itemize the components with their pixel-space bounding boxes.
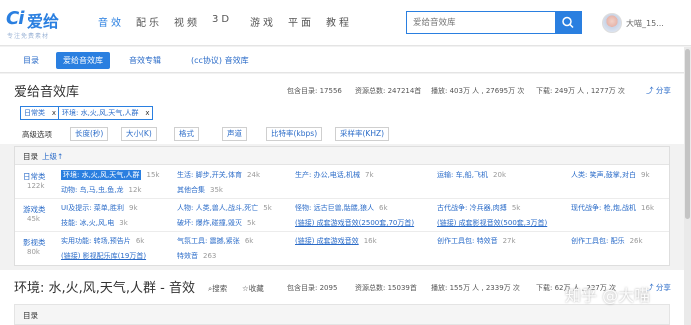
- advanced-options: 高级选项 长度(秒) 大小(K) 格式 声道 比特率(kbps) 采样率(KHZ…: [0, 124, 691, 144]
- brand-name: 爱给: [27, 12, 60, 31]
- subcategory-link[interactable]: 生产: 办公,电话,机械 7k: [295, 170, 374, 180]
- directory-title: 目录: [23, 152, 38, 161]
- subcategory-link[interactable]: 破坏: 爆炸,碰撞,毁灭 5k: [177, 218, 256, 228]
- user-avatar[interactable]: [602, 13, 622, 33]
- subcategory-link[interactable]: 创作工具包: 配乐 26k: [571, 236, 643, 246]
- library-share-label: 分享: [655, 86, 671, 95]
- section-directory-header: 目录: [14, 304, 670, 325]
- directory-panel: 目录 上级↑ 日常类 122k 环境: 水,火,风,天气,人群 15k 生活: 脚…: [14, 146, 670, 266]
- option-bitrate[interactable]: 比特率(kbps): [266, 127, 323, 141]
- option-format[interactable]: 格式: [174, 127, 199, 141]
- option-size[interactable]: 大小(K): [121, 127, 157, 141]
- search-box: [406, 11, 582, 34]
- category-daily: 日常类 122k 环境: 水,火,风,天气,人群 15k 生活: 脚步,开关,体育…: [15, 166, 669, 199]
- section-favorite-button[interactable]: ☆收藏: [242, 283, 264, 294]
- subcategory-link[interactable]: 其他合集 35k: [177, 185, 223, 195]
- subcategory-link[interactable]: 古代战争: 冷兵器,肉搏 5k: [437, 203, 520, 213]
- option-sample-rate[interactable]: 采样率(KHZ): [335, 127, 390, 141]
- subcategory-link[interactable]: (链接) 成套游戏音效(2500套,70万首): [295, 218, 414, 228]
- category-count: 80k: [27, 248, 40, 256]
- share-icon: ⤴: [646, 86, 654, 95]
- nav-item-graphics[interactable]: 平面: [288, 14, 326, 29]
- directory-header: 目录 上级↑: [15, 147, 669, 165]
- section-directory-title: 目录: [23, 311, 38, 320]
- search-icon: [562, 16, 574, 29]
- filter-chip-daily[interactable]: 日常类 x: [20, 106, 60, 120]
- advanced-options-label: 高级选项: [22, 130, 52, 139]
- subcategory-link[interactable]: 气氛工具: 震撼,紧张 6k: [177, 236, 253, 246]
- subcategory-link[interactable]: 运输: 车,船,飞机 20k: [437, 170, 506, 180]
- section-search-button[interactable]: ⌕搜索: [208, 283, 227, 294]
- page-scrollbar[interactable]: [684, 47, 691, 325]
- brand-logo[interactable]: Ci 爱给 专注免费素材: [6, 5, 86, 41]
- tab-cc-library[interactable]: (cc协议) 音效库: [184, 52, 256, 69]
- top-nav-bar: Ci 爱给 专注免费素材 音效 配乐 视频 3D 游戏 平面 教程 大喵_15.…: [0, 0, 691, 46]
- option-length[interactable]: 长度(秒): [70, 127, 109, 141]
- nav-item-video[interactable]: 视频: [174, 14, 212, 29]
- filter-chip-label: 环境: 水,火,风,天气,人群: [62, 109, 139, 117]
- search-button[interactable]: [555, 12, 581, 33]
- subcategory-link[interactable]: 动物: 鸟,马,虫,鱼,龙 12k: [61, 185, 141, 195]
- subcategory-link[interactable]: 实用功能: 转场,预告片 6k: [61, 236, 144, 246]
- category-film: 影视类 80k 实用功能: 转场,预告片 6k 气氛工具: 震撼,紧张 6k (链接…: [15, 232, 669, 265]
- filter-remove-icon[interactable]: x: [145, 107, 149, 119]
- library-downloads: 下载: 249万 人 , 1277万 次: [536, 87, 625, 95]
- section-resource-count: 资源总数: 15039首: [355, 284, 417, 292]
- subcategory-link[interactable]: 环境: 水,火,风,天气,人群 15k: [61, 170, 159, 180]
- category-count: 122k: [27, 182, 45, 190]
- nav-item-3d[interactable]: 3D: [212, 14, 250, 29]
- subcategory-link[interactable]: 特效音 263: [177, 251, 216, 261]
- active-filters: 日常类 x 环境: 水,火,风,天气,人群 x: [0, 100, 691, 124]
- library-resource-count: 资源总数: 247214首: [355, 87, 422, 95]
- option-channels[interactable]: 声道: [222, 127, 247, 141]
- nav-item-sound-effects[interactable]: 音效: [98, 14, 136, 29]
- subcategory-link[interactable]: (链接) 影视配乐库(19万首): [61, 251, 146, 261]
- main-nav: 音效 配乐 视频 3D 游戏 平面 教程: [98, 14, 364, 29]
- subcategory-link[interactable]: (链接) 成套影视音效(500套,3万首): [437, 218, 547, 228]
- search-input[interactable]: [407, 12, 555, 33]
- library-dir-count: 包含目录: 17556: [287, 87, 342, 95]
- nav-item-tutorials[interactable]: 教程: [326, 14, 364, 29]
- subcategory-link[interactable]: 怪物: 远古巨兽,骷髅,狼人 6k: [295, 203, 388, 213]
- subcategory-link[interactable]: (链接) 成套游戏音效 16k: [295, 236, 377, 246]
- category-name[interactable]: 日常类: [23, 171, 46, 182]
- filter-remove-icon[interactable]: x: [52, 107, 56, 119]
- section-dir-count: 包含目录: 2095: [287, 284, 338, 292]
- category-games: 游戏类 45k UI及提示: 菜单,胜利 9k 人物: 人类,兽人,战斗,死亡 5k…: [15, 199, 669, 232]
- category-count: 45k: [27, 215, 40, 223]
- library-header: 爱给音效库 包含目录: 17556 资源总数: 247214首 播放: 403万…: [0, 74, 691, 100]
- brand-mark: Ci: [6, 8, 24, 29]
- tab-albums[interactable]: 音效专辑: [122, 52, 168, 69]
- filter-chip-environment[interactable]: 环境: 水,火,风,天气,人群 x: [58, 106, 154, 120]
- library-title: 爱给音效库: [14, 85, 80, 100]
- user-name[interactable]: 大喵_15...: [626, 18, 664, 29]
- section-plays: 播放: 155万 人 , 2339万 次: [431, 284, 520, 292]
- subcategory-link[interactable]: UI及提示: 菜单,胜利 9k: [61, 203, 138, 213]
- directory-up-link[interactable]: 上级↑: [42, 151, 63, 162]
- library-share-button[interactable]: ⤴ 分享: [646, 85, 671, 96]
- nav-item-music[interactable]: 配乐: [136, 14, 174, 29]
- scrollbar-thumb[interactable]: [685, 49, 690, 219]
- tab-aigei-library[interactable]: 爱给音效库: [56, 52, 110, 69]
- filter-chip-label: 日常类: [24, 109, 45, 117]
- brand-slogan: 专注免费素材: [7, 33, 50, 40]
- nav-item-games[interactable]: 游戏: [250, 14, 288, 29]
- category-name[interactable]: 游戏类: [23, 204, 46, 215]
- sub-tab-row: 目录 爱给音效库 音效专辑 (cc协议) 音效库: [0, 47, 691, 73]
- tab-directory[interactable]: 目录: [16, 52, 46, 69]
- subcategory-link[interactable]: 创作工具包: 特效音 27k: [437, 236, 516, 246]
- subcategory-link[interactable]: 人物: 人类,兽人,战斗,死亡 5k: [177, 203, 272, 213]
- watermark: 知乎 @大喵: [565, 286, 651, 305]
- subcategory-link[interactable]: 现代战争: 枪,炮,战机 16k: [571, 203, 654, 213]
- category-name[interactable]: 影视类: [23, 237, 46, 248]
- star-icon: ☆: [242, 284, 249, 293]
- subcategory-link[interactable]: 技能: 冰,火,风,电 3k: [61, 218, 128, 228]
- subcategory-link[interactable]: 生活: 脚步,开关,体育 24k: [177, 170, 260, 180]
- section-title: 环境: 水,火,风,天气,人群 - 音效: [14, 281, 195, 296]
- subcategory-link[interactable]: 人类: 笑声,鼓掌,对白 9k: [571, 170, 650, 180]
- library-plays: 播放: 403万 人 , 27695万 次: [431, 87, 525, 95]
